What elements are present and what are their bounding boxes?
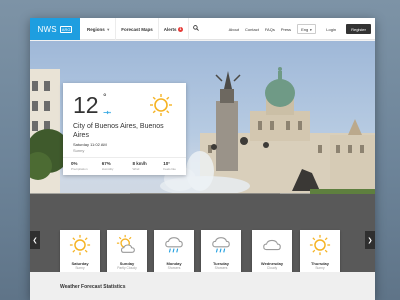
weather-stats-row: 0% Precipitation 67% Humidity 8 km/h Win…: [63, 157, 186, 175]
stat-wind: 8 km/h Wind: [125, 158, 156, 175]
hero-photo-congress: 12 ° City of Buenos Aires, Buenos Aires …: [30, 41, 375, 213]
secondary-nav: About Contact FAQs Press Eng ▼ Login Reg…: [229, 18, 371, 40]
chevron-right-icon: ❯: [367, 237, 373, 244]
register-button[interactable]: Register: [346, 24, 371, 34]
stat-value: 0%: [71, 161, 78, 166]
forecast-condition: Cloudy: [266, 266, 278, 270]
forecast-condition: Sunny: [75, 266, 85, 270]
search-icon[interactable]: [189, 25, 203, 33]
forecast-condition: Showers: [214, 266, 228, 270]
stat-precipitation: 0% Precipitation: [63, 158, 94, 175]
forecast-condition: Showers: [167, 266, 181, 270]
sun-cloud-icon: [116, 234, 138, 261]
section-title: Weather Forecast Statistics: [60, 284, 126, 290]
current-datetime: Saturday 11:02 AM: [73, 142, 107, 147]
current-temperature: 12: [73, 92, 99, 118]
main-nav: Regions ▼ Forecast Maps Alerts 1: [82, 18, 203, 40]
link-contact[interactable]: Contact: [245, 27, 259, 32]
alerts-count-badge: 1: [178, 26, 184, 32]
sun-icon: [69, 234, 91, 261]
rain-icon: [163, 234, 185, 261]
language-value: Eng: [301, 26, 309, 32]
nws-logo[interactable]: NWS ARG: [30, 18, 80, 40]
chevron-down-icon: ▼: [106, 26, 111, 32]
nav-forecast-maps[interactable]: Forecast Maps: [116, 18, 159, 40]
nav-alerts[interactable]: Alerts 1: [159, 18, 190, 40]
stat-feels-like: 10° Feels like: [155, 158, 186, 175]
forecast-condition: Partly Cloudy: [117, 266, 137, 270]
nav-alerts-label: Alerts: [163, 26, 177, 32]
stat-value: 67%: [101, 161, 111, 166]
link-about[interactable]: About: [229, 27, 239, 32]
nav-regions[interactable]: Regions ▼: [82, 18, 117, 40]
stat-label: Precipitation: [71, 167, 88, 171]
stat-humidity: 67% Humidity: [94, 158, 125, 175]
statistics-section: Weather Forecast Statistics: [30, 272, 375, 300]
logo-badge: ARG: [59, 25, 73, 33]
chevron-left-icon: ❮: [32, 237, 38, 244]
cloud-icon: [261, 234, 283, 261]
chevron-down-icon: ▼: [309, 27, 313, 32]
stat-value: 10°: [163, 161, 171, 166]
app-window: NWS ARG Regions ▼ Forecast Maps Alerts 1…: [30, 18, 375, 300]
stat-label: Feels like: [163, 167, 176, 171]
sun-icon: [309, 234, 331, 261]
nav-forecast-maps-label: Forecast Maps: [121, 26, 153, 32]
location-name: City of Buenos Aires, Buenos Aires: [73, 123, 164, 139]
rain-icon: [210, 234, 232, 261]
logo-text: NWS: [37, 24, 57, 34]
current-condition: Sunny: [73, 148, 85, 153]
temperature-unit: °: [103, 92, 107, 102]
forecast-strip: ❮ ❯ Saturday Sunny 6° 12° Sunday Partly …: [30, 194, 375, 288]
forecast-condition: Sunny: [315, 266, 325, 270]
stat-value: 8 km/h: [132, 161, 147, 166]
language-select[interactable]: Eng ▼: [297, 24, 317, 34]
stat-label: Humidity: [101, 167, 114, 171]
top-navbar: NWS ARG Regions ▼ Forecast Maps Alerts 1…: [30, 18, 375, 40]
next-arrow-button[interactable]: ❯: [365, 231, 375, 249]
link-faqs[interactable]: FAQs: [265, 27, 275, 32]
current-weather-card: 12 ° City of Buenos Aires, Buenos Aires …: [63, 83, 186, 175]
nav-regions-label: Regions: [87, 26, 105, 32]
stat-label: Wind: [132, 167, 140, 171]
prev-arrow-button[interactable]: ❮: [30, 231, 40, 249]
link-press[interactable]: Press: [281, 27, 291, 32]
login-button[interactable]: Login: [322, 25, 340, 34]
